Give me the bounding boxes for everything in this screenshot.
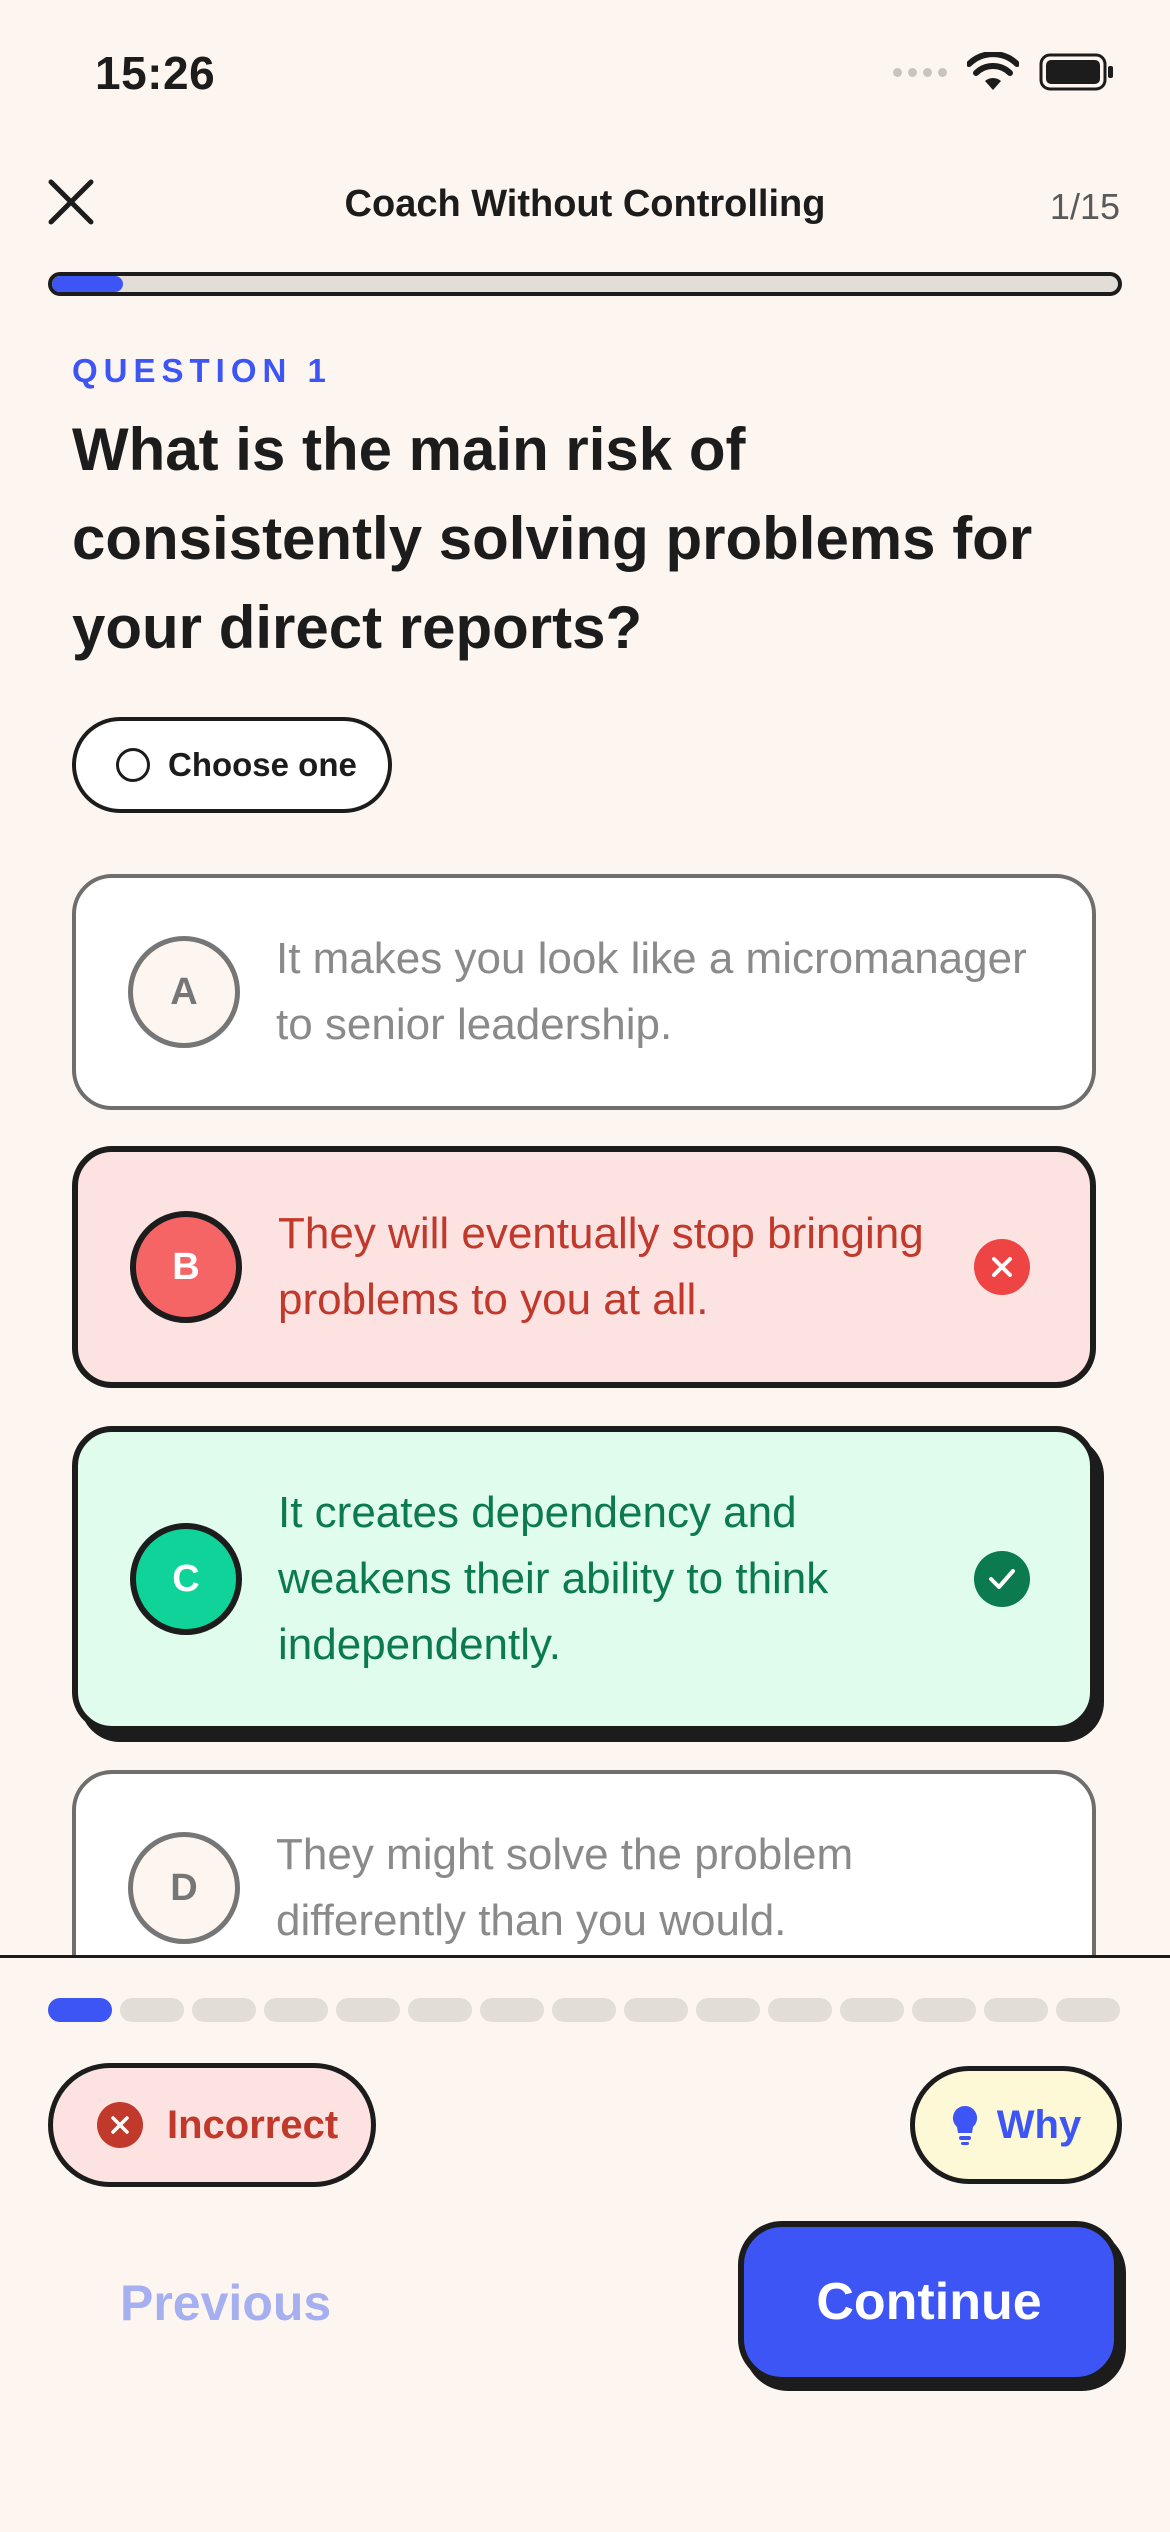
question-segment — [264, 1998, 328, 2022]
question-segment — [1056, 1998, 1120, 2022]
question-segment — [480, 1998, 544, 2022]
question-segments — [48, 1998, 1120, 2022]
why-button[interactable]: Why — [910, 2066, 1122, 2184]
quiz-screen: 15:26 Coach Without Controlling 1/15 QUE… — [0, 0, 1170, 2532]
incorrect-icon — [974, 1239, 1030, 1295]
option-letter: D — [128, 1832, 240, 1944]
question-segment — [120, 1998, 184, 2022]
status-icons — [893, 52, 1115, 92]
option-letter: A — [128, 936, 240, 1048]
choose-one-label: Choose one — [168, 746, 357, 783]
lesson-progress-fill — [52, 276, 124, 292]
previous-button[interactable]: Previous — [120, 2274, 331, 2332]
status-time: 15:26 — [95, 47, 216, 99]
question-text: What is the main risk of consistently so… — [72, 416, 1033, 661]
wifi-icon — [967, 52, 1019, 90]
correct-check-icon — [974, 1551, 1030, 1607]
question-segment — [408, 1998, 472, 2022]
question-segment — [552, 1998, 616, 2022]
question-segment — [912, 1998, 976, 2022]
cellular-signal-icon — [893, 67, 947, 77]
radio-icon — [116, 748, 150, 782]
lesson-progress-bar — [48, 272, 1122, 296]
question-segment — [336, 1998, 400, 2022]
lightbulb-icon — [952, 2105, 977, 2145]
question-segment — [696, 1998, 760, 2022]
continue-button[interactable]: Continue — [738, 2221, 1120, 2383]
question-label: QUESTION 1 — [72, 352, 332, 389]
result-label: Incorrect — [167, 2102, 339, 2147]
question-segment — [768, 1998, 832, 2022]
battery-icon — [1039, 53, 1113, 91]
incorrect-icon — [97, 2102, 143, 2148]
lesson-title: Coach Without Controlling — [344, 183, 826, 225]
question-segment — [192, 1998, 256, 2022]
question-segment — [624, 1998, 688, 2022]
option-letter: C — [130, 1523, 242, 1635]
question-segment — [840, 1998, 904, 2022]
result-badge: Incorrect — [48, 2063, 376, 2187]
choose-one-chip: Choose one — [72, 717, 392, 813]
option-b[interactable]: B They will eventually stop bringing pro… — [72, 1146, 1096, 1388]
option-text: It creates dependency and weakens their … — [278, 1488, 829, 1669]
question-counter: 1/15 — [1049, 186, 1120, 227]
question-segment — [48, 1998, 112, 2022]
option-letter: B — [130, 1211, 242, 1323]
option-c[interactable]: C It creates dependency and weakens thei… — [72, 1426, 1096, 1732]
option-text: They will eventually stop bringing probl… — [278, 1209, 924, 1324]
option-text: It makes you look like a micromanager to… — [276, 934, 1027, 1049]
option-text: They might solve the problem differently… — [276, 1830, 854, 1945]
bottom-panel: Incorrect Why Previous Continue — [0, 1955, 1170, 2532]
option-a[interactable]: A It makes you look like a micromanager … — [72, 874, 1096, 1110]
why-label: Why — [996, 2102, 1082, 2147]
question-segment — [984, 1998, 1048, 2022]
